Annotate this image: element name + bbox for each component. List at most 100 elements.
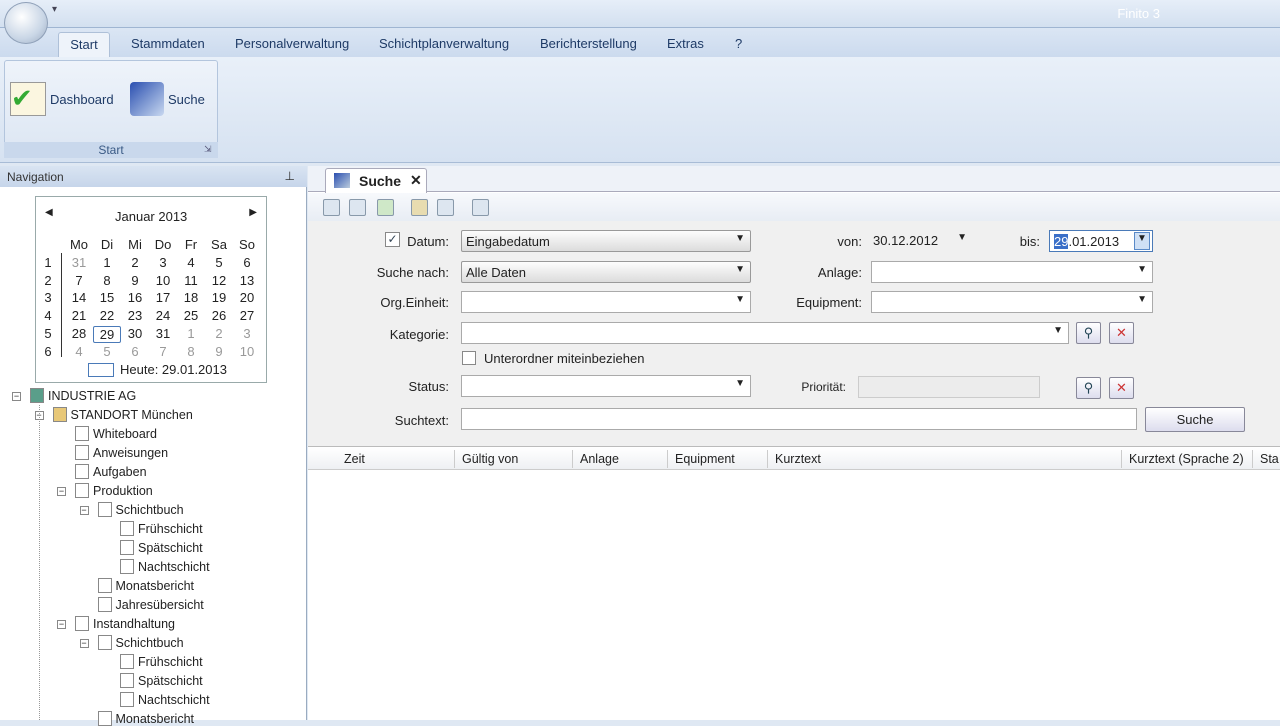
calendar-day[interactable]: 18 bbox=[177, 290, 205, 305]
tree-item[interactable]: Spätschicht bbox=[120, 540, 203, 555]
column-header[interactable]: Gültig von bbox=[462, 452, 518, 466]
calendar-day[interactable]: 22 bbox=[93, 308, 121, 323]
calendar-day[interactable]: 17 bbox=[149, 290, 177, 305]
tree-item[interactable]: Anweisungen bbox=[75, 445, 168, 460]
suchtext-input[interactable] bbox=[461, 408, 1137, 430]
today-label[interactable]: Heute: 29.01.2013 bbox=[120, 362, 227, 377]
tree-item[interactable]: Monatsbericht bbox=[97, 711, 194, 726]
tab-berichterstellung[interactable]: Berichterstellung bbox=[540, 36, 637, 51]
tab-suche[interactable]: Suche ✕ bbox=[325, 168, 427, 193]
column-header[interactable]: Sta bbox=[1260, 452, 1279, 466]
collapse-icon[interactable]: − bbox=[79, 639, 89, 648]
column-header[interactable]: Kurztext bbox=[775, 452, 821, 466]
datum-select[interactable]: Eingabedatum ▼ bbox=[461, 230, 751, 252]
tab-stammdaten[interactable]: Stammdaten bbox=[131, 36, 205, 51]
calendar-day[interactable]: 1 bbox=[93, 255, 121, 270]
application-menu-button[interactable] bbox=[4, 2, 48, 44]
calendar-day[interactable]: 7 bbox=[149, 344, 177, 359]
binoculars-icon[interactable]: ⚲ bbox=[1076, 377, 1101, 399]
binoculars-icon[interactable]: ⚲ bbox=[1076, 322, 1101, 344]
pin-icon[interactable]: ⊥ bbox=[285, 169, 295, 183]
prev-month-icon[interactable]: ◀ bbox=[45, 207, 53, 218]
column-header[interactable]: Anlage bbox=[580, 452, 619, 466]
calendar-day[interactable]: 10 bbox=[149, 273, 177, 288]
suche-button[interactable]: Suche bbox=[130, 82, 205, 116]
column-header[interactable]: Kurztext (Sprache 2) bbox=[1129, 452, 1244, 466]
calendar-day[interactable]: 26 bbox=[205, 308, 233, 323]
column-header[interactable]: Equipment bbox=[675, 452, 735, 466]
clear-icon[interactable]: ✕ bbox=[1109, 322, 1134, 344]
chevron-down-icon[interactable]: ▼ bbox=[1134, 232, 1150, 250]
tab-help[interactable]: ? bbox=[735, 36, 742, 51]
tree-item[interactable]: STANDORT München bbox=[52, 407, 193, 422]
calendar-day[interactable]: 14 bbox=[65, 290, 93, 305]
tree-item[interactable]: Aufgaben bbox=[75, 464, 147, 479]
calendar-day[interactable]: 2 bbox=[205, 326, 233, 341]
tree-item[interactable]: Frühschicht bbox=[120, 654, 203, 669]
calendar-day[interactable]: 2 bbox=[121, 255, 149, 270]
calendar-day[interactable]: 31 bbox=[149, 326, 177, 341]
collapse-icon[interactable]: − bbox=[57, 487, 66, 496]
calendar-day[interactable]: 5 bbox=[205, 255, 233, 270]
calendar-day[interactable]: 12 bbox=[205, 273, 233, 288]
calendar-day[interactable]: 24 bbox=[149, 308, 177, 323]
calendar-day[interactable]: 9 bbox=[121, 273, 149, 288]
calendar-day[interactable]: 30 bbox=[121, 326, 149, 341]
org-einheit-select[interactable]: ▼ bbox=[461, 291, 751, 313]
tree-item[interactable]: Frühschicht bbox=[120, 521, 203, 536]
calendar-day[interactable]: 28 bbox=[65, 326, 93, 341]
tree-item[interactable]: Jahresübersicht bbox=[97, 597, 204, 612]
tree-item[interactable]: Whiteboard bbox=[75, 426, 157, 441]
von-date-picker[interactable]: 30.12.2012 ▼ bbox=[869, 230, 972, 252]
calendar-day[interactable]: 8 bbox=[93, 273, 121, 288]
tab-start[interactable]: Start bbox=[58, 32, 110, 59]
calendar-day[interactable]: 15 bbox=[93, 290, 121, 305]
preview-icon[interactable] bbox=[323, 199, 340, 216]
tree-item[interactable]: Nachtschicht bbox=[120, 559, 210, 574]
collapse-icon[interactable]: − bbox=[79, 506, 89, 515]
equipment-select[interactable]: ▼ bbox=[871, 291, 1153, 313]
excel-export-icon[interactable] bbox=[377, 199, 394, 216]
print-icon[interactable] bbox=[349, 199, 366, 216]
collapse-icon[interactable]: − bbox=[57, 620, 66, 629]
calendar-day[interactable]: 6 bbox=[121, 344, 149, 359]
calendar-day[interactable]: 16 bbox=[121, 290, 149, 305]
calendar-day[interactable]: 10 bbox=[233, 344, 261, 359]
calendar-day[interactable]: 5 bbox=[93, 344, 121, 359]
tree-item[interactable]: INDUSTRIE AG bbox=[30, 388, 136, 403]
dashboard-button[interactable]: ✔ Dashboard bbox=[10, 82, 114, 116]
tree-item[interactable]: Instandhaltung bbox=[75, 616, 175, 631]
columns-icon[interactable] bbox=[472, 199, 489, 216]
calendar-day[interactable]: 3 bbox=[233, 326, 261, 341]
report-icon[interactable] bbox=[411, 199, 428, 216]
calendar-day[interactable]: 3 bbox=[149, 255, 177, 270]
calendar-day[interactable]: 29 bbox=[93, 325, 121, 343]
tree-item[interactable]: Spätschicht bbox=[120, 673, 203, 688]
column-header[interactable]: Zeit bbox=[344, 452, 365, 466]
calendar-day[interactable]: 4 bbox=[177, 255, 205, 270]
calendar-day[interactable]: 27 bbox=[233, 308, 261, 323]
calendar-day[interactable]: 31 bbox=[65, 255, 93, 270]
calendar-day[interactable]: 4 bbox=[65, 344, 93, 359]
clear-icon[interactable]: ✕ bbox=[1109, 377, 1134, 399]
search-button[interactable]: Suche bbox=[1145, 407, 1245, 432]
tab-personalverwaltung[interactable]: Personalverwaltung bbox=[235, 36, 349, 51]
kategorie-select[interactable]: ▼ bbox=[461, 322, 1069, 344]
chart-icon[interactable] bbox=[437, 199, 454, 216]
suche-nach-select[interactable]: Alle Daten ▼ bbox=[461, 261, 751, 283]
prioritaet-input[interactable] bbox=[858, 376, 1040, 398]
calendar-day[interactable]: 25 bbox=[177, 308, 205, 323]
next-month-icon[interactable]: ▶ bbox=[249, 207, 257, 218]
tab-schichtplanverwaltung[interactable]: Schichtplanverwaltung bbox=[379, 36, 509, 51]
anlage-select[interactable]: ▼ bbox=[871, 261, 1153, 283]
calendar-day[interactable]: 23 bbox=[121, 308, 149, 323]
tree-item[interactable]: Produktion bbox=[75, 483, 153, 498]
tree-item[interactable]: Monatsbericht bbox=[97, 578, 194, 593]
tab-extras[interactable]: Extras bbox=[667, 36, 704, 51]
calendar-day[interactable]: 8 bbox=[177, 344, 205, 359]
quick-access-dropdown-icon[interactable]: ▾ bbox=[52, 4, 57, 15]
calendar-day[interactable]: 19 bbox=[205, 290, 233, 305]
calendar-day[interactable]: 11 bbox=[177, 273, 205, 288]
status-select[interactable]: ▼ bbox=[461, 375, 751, 397]
tree-item[interactable]: Nachtschicht bbox=[120, 692, 210, 707]
